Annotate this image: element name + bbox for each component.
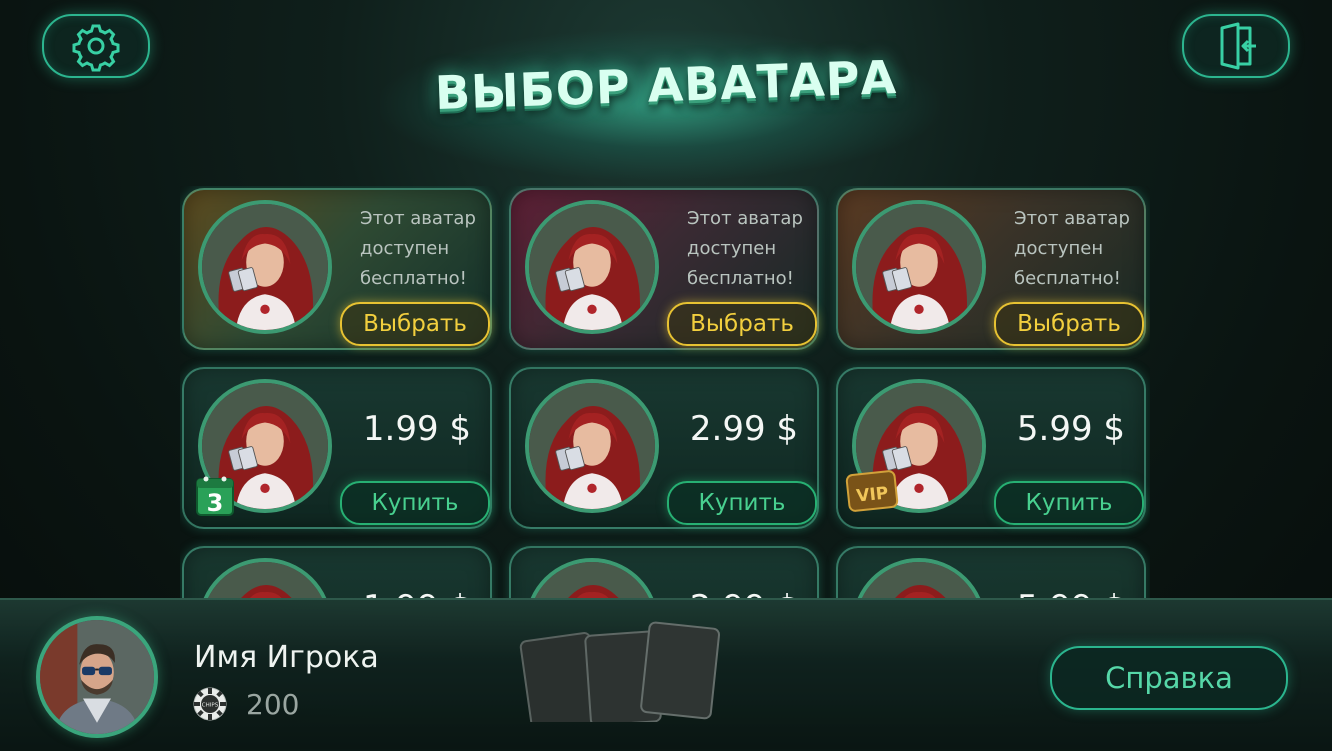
svg-text:VIP: VIP bbox=[855, 483, 889, 506]
settings-button[interactable] bbox=[42, 14, 150, 78]
avatar-card: Этот аватар доступен бесплатно! Выбрать bbox=[182, 188, 492, 350]
free-avatar-text: Этот аватар доступен бесплатно! bbox=[687, 208, 803, 289]
avatar-card: 2.99 $ bbox=[509, 546, 819, 598]
avatar-image bbox=[198, 200, 332, 334]
red-haired-lady-avatar bbox=[529, 383, 655, 509]
vip-icon: VIP bbox=[845, 470, 899, 512]
avatar-grid[interactable]: Этот аватар доступен бесплатно! Выбрать … bbox=[180, 186, 1150, 598]
buy-button[interactable]: Купить bbox=[340, 481, 490, 525]
free-avatar-text: Этот аватар доступен бесплатно! bbox=[1014, 208, 1130, 289]
red-haired-lady-avatar bbox=[856, 562, 982, 598]
choose-button[interactable]: Выбрать bbox=[994, 302, 1144, 346]
avatar-card: 5.99 $ bbox=[836, 546, 1146, 598]
poker-chip-icon: CHIPS bbox=[193, 687, 227, 721]
buy-button[interactable]: Купить bbox=[667, 481, 817, 525]
chips-balance: 200 bbox=[246, 688, 300, 721]
red-haired-lady-avatar bbox=[202, 204, 328, 330]
price-label: 1.99 $ bbox=[354, 588, 480, 598]
playing-cards-decoration bbox=[519, 621, 721, 722]
price-label: 5.99 $ bbox=[1008, 588, 1134, 598]
player-name: Имя Игрока bbox=[194, 640, 379, 675]
red-haired-lady-avatar bbox=[529, 204, 655, 330]
avatar-card: 1.99 $ bbox=[182, 546, 492, 598]
svg-text:3: 3 bbox=[207, 489, 224, 517]
avatar-image bbox=[852, 200, 986, 334]
gear-icon bbox=[72, 24, 120, 72]
calendar-3-icon: 3 bbox=[196, 476, 234, 517]
man-with-sunglasses-avatar bbox=[40, 620, 154, 734]
choose-button[interactable]: Выбрать bbox=[340, 302, 490, 346]
price-label: 2.99 $ bbox=[689, 409, 799, 449]
avatar-card: VIP 5.99 $ Купить bbox=[836, 367, 1146, 529]
red-haired-lady-avatar bbox=[529, 562, 655, 598]
avatar-image bbox=[525, 200, 659, 334]
avatar-image bbox=[852, 558, 986, 598]
avatar-card: 2.99 $ Купить bbox=[509, 367, 819, 529]
red-haired-lady-avatar bbox=[202, 562, 328, 598]
svg-text:CHIPS: CHIPS bbox=[202, 703, 219, 709]
buy-button[interactable]: Купить bbox=[994, 481, 1144, 525]
avatar-card: 3 1.99 $ Купить bbox=[182, 367, 492, 529]
avatar-image bbox=[198, 558, 332, 598]
choose-button[interactable]: Выбрать bbox=[667, 302, 817, 346]
price-label: 1.99 $ bbox=[362, 409, 472, 449]
help-button[interactable]: Справка bbox=[1050, 646, 1288, 710]
avatar-card: Этот аватар доступен бесплатно! Выбрать bbox=[509, 188, 819, 350]
avatar-image bbox=[525, 379, 659, 513]
red-haired-lady-avatar bbox=[856, 204, 982, 330]
avatar-image bbox=[525, 558, 659, 598]
price-label: 2.99 $ bbox=[681, 588, 807, 598]
avatar-card: Этот аватар доступен бесплатно! Выбрать bbox=[836, 188, 1146, 350]
price-label: 5.99 $ bbox=[1016, 409, 1126, 449]
free-avatar-text: Этот аватар доступен бесплатно! bbox=[360, 208, 476, 289]
player-avatar[interactable] bbox=[36, 616, 158, 738]
